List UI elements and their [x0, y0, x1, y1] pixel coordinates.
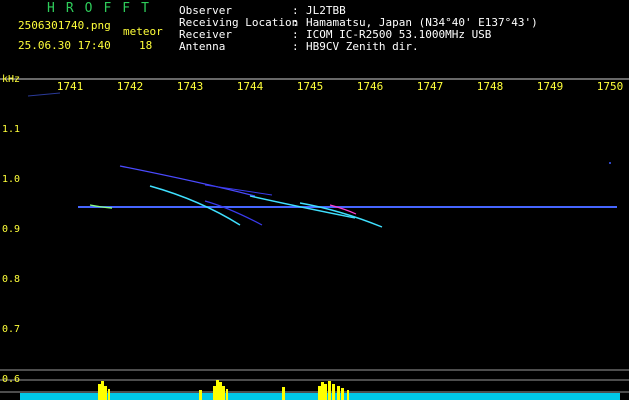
x-tick-label: 1741 — [56, 80, 84, 93]
x-tick-label: 1743 — [176, 80, 204, 93]
y-tick-label: 1.0 — [2, 174, 21, 185]
y-tick-label: 0.8 — [2, 274, 21, 285]
x-tick-label: 1745 — [296, 80, 324, 93]
x-tick-label: 1742 — [116, 80, 144, 93]
x-tick-label: 1750 — [596, 80, 624, 93]
meteor-trace-2 — [149, 185, 241, 226]
y-tick-label: 0.6 — [2, 374, 21, 385]
meteor-trace-1 — [119, 165, 256, 197]
y-tick-label: 0.9 — [2, 224, 21, 235]
x-tick-label: 1748 — [476, 80, 504, 93]
spectrogram — [0, 78, 629, 400]
y-axis-unit: kHz — [2, 74, 21, 85]
x-tick-label: 1749 — [536, 80, 564, 93]
x-tick-label: 1746 — [356, 80, 384, 93]
noise-top-left — [27, 92, 61, 97]
x-tick-label: 1747 — [416, 80, 444, 93]
y-tick-label: 1.1 — [2, 124, 21, 135]
x-tick-label: 1744 — [236, 80, 264, 93]
y-tick-label: 0.7 — [2, 324, 21, 335]
